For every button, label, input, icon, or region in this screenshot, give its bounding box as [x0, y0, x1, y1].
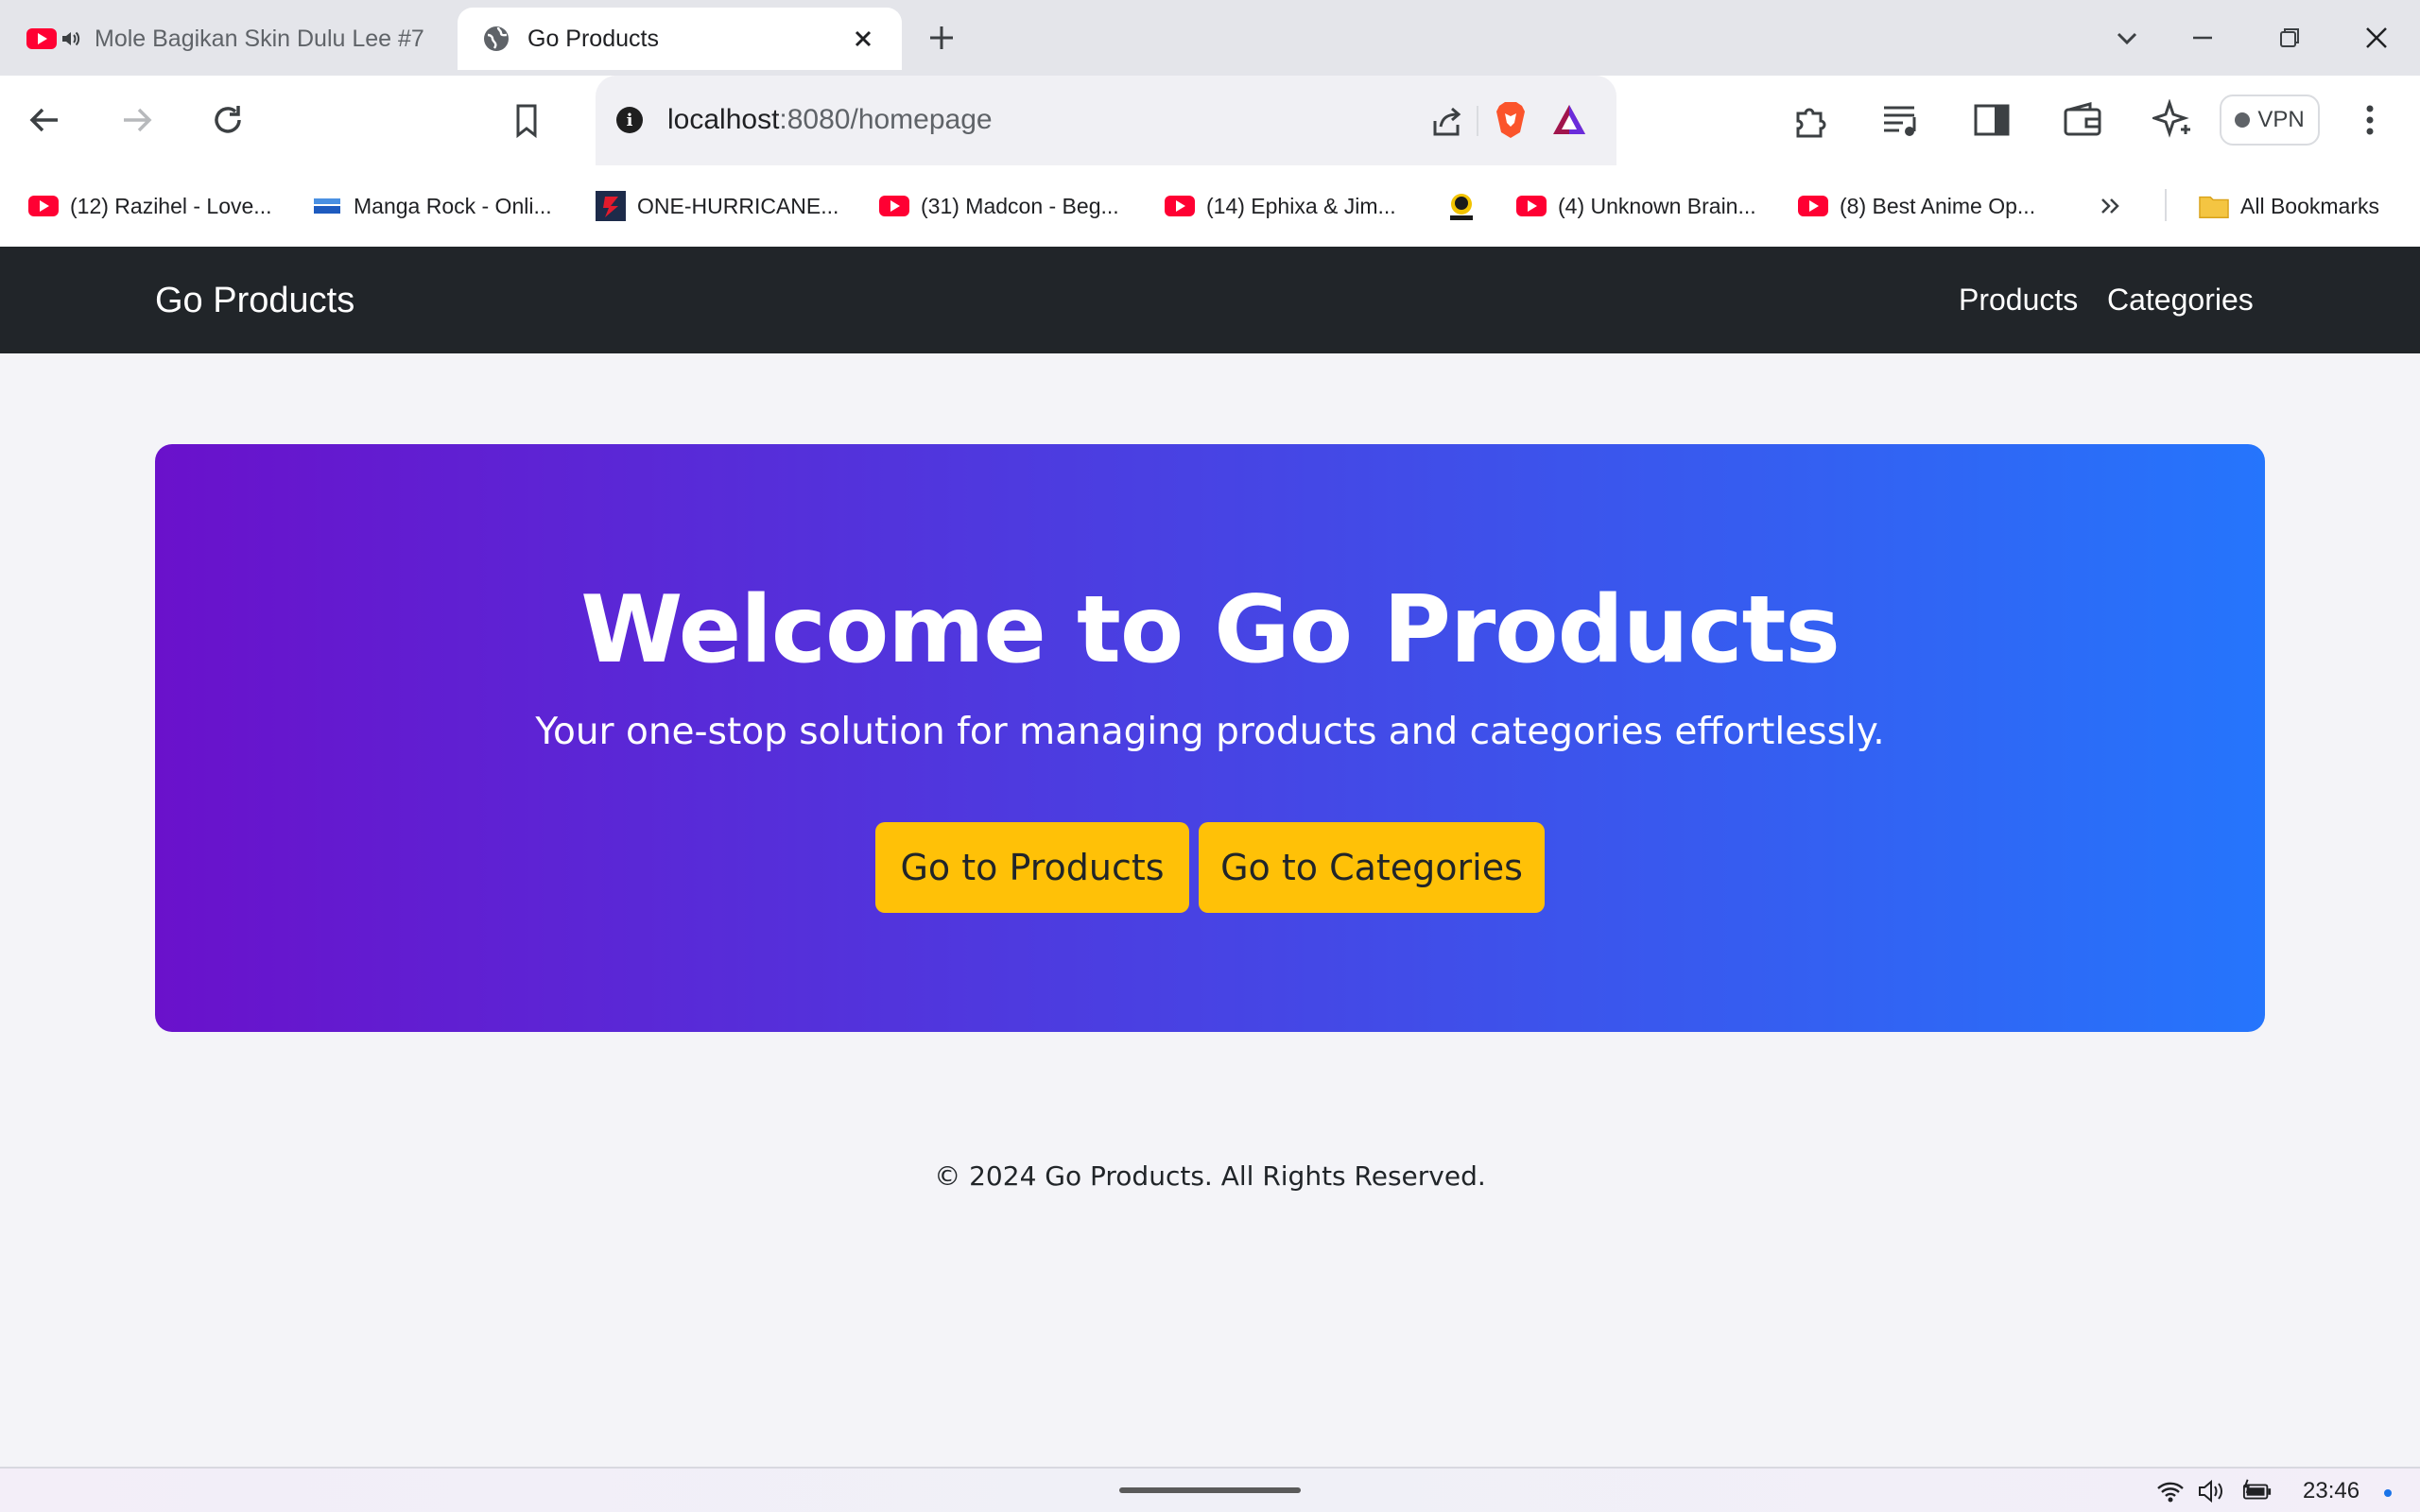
url-host: localhost: [667, 104, 780, 135]
puzzle-icon: [1796, 108, 1826, 138]
close-window-icon[interactable]: [2360, 21, 2394, 55]
back-button[interactable]: [23, 98, 66, 142]
navbar-brand[interactable]: Go Products: [155, 281, 354, 321]
more-bookmarks-button[interactable]: [2097, 188, 2125, 224]
folder-icon: [2199, 195, 2229, 218]
vpn-label: VPN: [2257, 107, 2305, 132]
youtube-icon: [1516, 195, 1547, 217]
tab-title: Mole Bagikan Skin Dulu Lee #7: [95, 25, 424, 52]
forward-button[interactable]: [115, 98, 159, 142]
omnibox-divider: [1477, 106, 1478, 136]
go-to-products-button[interactable]: Go to Products: [875, 822, 1189, 913]
volume-icon[interactable]: [2197, 1478, 2227, 1504]
tab-strip: Mole Bagikan Skin Dulu Lee #7 Go Product…: [0, 0, 2420, 76]
youtube-icon: [26, 28, 57, 49]
manga-rock-icon: [312, 195, 342, 217]
tab-title: Go Products: [527, 25, 659, 52]
tab-search-chevron-icon[interactable]: [2110, 21, 2144, 55]
minimize-icon[interactable]: [2186, 21, 2220, 55]
wifi-icon[interactable]: [2155, 1478, 2186, 1504]
bookmark-item[interactable]: (8) Best Anime Op...: [1798, 188, 2035, 224]
bookmark-item[interactable]: [1446, 188, 1488, 224]
reload-icon: [215, 106, 241, 133]
tab-go-products[interactable]: Go Products: [458, 8, 902, 70]
reload-button[interactable]: [206, 98, 250, 142]
share-icon[interactable]: [1427, 102, 1465, 140]
address-bar[interactable]: i localhost:8080/homepage: [596, 76, 1616, 165]
hero-banner: Welcome to Go Products Your one-stop sol…: [155, 444, 2265, 1032]
hero-subtitle: Your one-stop solution for managing prod…: [535, 711, 1885, 753]
vpn-button[interactable]: VPN: [2220, 94, 2320, 146]
bookmark-item[interactable]: (14) Ephixa & Jim...: [1165, 188, 1396, 224]
clock-time[interactable]: 23:46: [2303, 1478, 2360, 1504]
wallet-icon: [2064, 102, 2101, 136]
youtube-icon: [1165, 195, 1195, 217]
bookmark-item[interactable]: (4) Unknown Brain...: [1516, 188, 1756, 224]
brave-shields-icon[interactable]: [1494, 100, 1528, 140]
extensions-button[interactable]: [1789, 98, 1832, 142]
bookmark-label: (4) Unknown Brain...: [1558, 193, 1756, 218]
nav-categories-link[interactable]: Categories: [2107, 283, 2254, 318]
sparkle-icon: [2152, 99, 2190, 138]
all-bookmarks-button[interactable]: All Bookmarks: [2199, 188, 2379, 224]
leo-ai-button[interactable]: [2152, 98, 2195, 142]
bookmark-item[interactable]: (12) Razihel - Love...: [28, 188, 271, 224]
tab-youtube[interactable]: Mole Bagikan Skin Dulu Lee #7: [0, 8, 444, 70]
bookmark-item[interactable]: ONE-HURRICANE...: [596, 188, 838, 224]
go-to-categories-button[interactable]: Go to Categories: [1199, 822, 1545, 913]
arrow-left-icon: [29, 108, 58, 132]
hurricane-icon: [596, 191, 626, 221]
vpn-status-icon: [2235, 112, 2251, 128]
wallet-button[interactable]: [2061, 98, 2104, 142]
bookmark-item[interactable]: (31) Madcon - Beg...: [879, 188, 1119, 224]
hero-title: Welcome to Go Products: [580, 576, 1841, 684]
notification-dot-icon[interactable]: [2384, 1489, 2392, 1497]
bookmarks-separator: [2165, 189, 2167, 221]
avatar-icon: [1446, 194, 1477, 220]
page-footer: © 2024 Go Products. All Rights Reserved.: [934, 1160, 1486, 1192]
restore-icon[interactable]: [2273, 21, 2307, 55]
menu-button[interactable]: [2348, 98, 2392, 142]
globe-icon: [484, 26, 509, 51]
sidebar-icon: [1974, 104, 2010, 136]
youtube-icon: [1798, 195, 1828, 217]
os-taskbar: 23:46: [0, 1467, 2420, 1512]
nav-products-link[interactable]: Products: [1959, 283, 2078, 318]
bookmark-icon: [516, 104, 537, 139]
bookmark-label: ONE-HURRICANE...: [637, 193, 839, 218]
bookmarks-bar: (12) Razihel - Love... Manga Rock - Onli…: [0, 165, 2420, 247]
youtube-icon: [28, 195, 59, 217]
playlist-icon: [1884, 106, 1916, 136]
kebab-menu-icon: [2366, 105, 2374, 135]
bookmark-page-button[interactable]: [505, 98, 548, 142]
home-handle[interactable]: [1119, 1487, 1301, 1493]
bookmark-item[interactable]: Manga Rock - Onli...: [312, 188, 552, 224]
url-text[interactable]: localhost:8080/homepage: [667, 104, 993, 136]
arrow-right-icon: [124, 108, 152, 132]
bookmark-label: (14) Ephixa & Jim...: [1206, 193, 1396, 218]
bookmark-label: (31) Madcon - Beg...: [921, 193, 1119, 218]
playlist-button[interactable]: [1879, 98, 1923, 142]
double-chevron-icon: [2101, 198, 2119, 214]
app-navbar: Go Products Products Categories: [0, 247, 2420, 353]
url-path: :8080/homepage: [779, 104, 993, 135]
bookmark-label: (8) Best Anime Op...: [1840, 193, 2036, 218]
speaker-icon[interactable]: [60, 28, 81, 49]
all-bookmarks-label: All Bookmarks: [2240, 193, 2379, 218]
brave-rewards-icon[interactable]: [1550, 102, 1588, 138]
battery-charging-icon[interactable]: [2242, 1478, 2273, 1504]
bookmark-label: Manga Rock - Onli...: [354, 193, 552, 218]
close-tab-icon[interactable]: [849, 25, 877, 53]
sidebar-toggle-button[interactable]: [1970, 98, 2014, 142]
bookmark-label: (12) Razihel - Love...: [70, 193, 272, 218]
new-tab-icon[interactable]: [925, 21, 959, 55]
youtube-icon: [879, 195, 909, 217]
site-info-icon[interactable]: i: [616, 107, 643, 133]
